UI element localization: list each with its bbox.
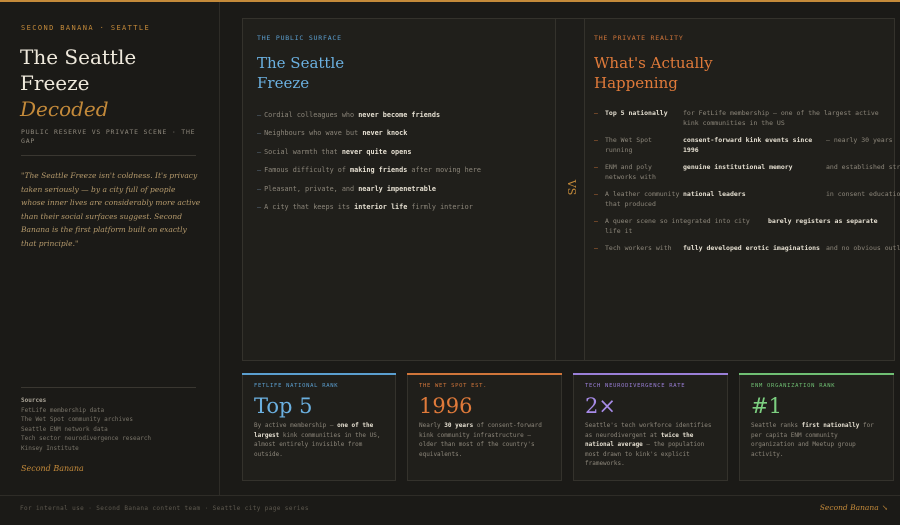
- card-label: FETLIFE NATIONAL RANK: [254, 383, 339, 389]
- card-accent: [407, 373, 562, 375]
- list-item: — A leather community that produced nation…: [594, 190, 900, 208]
- title-line-3: Decoded: [20, 97, 109, 121]
- footer-signature-text: Second Banana: [819, 503, 879, 512]
- panel-label: THE PUBLIC SURFACE: [257, 34, 342, 42]
- list-item: — A city that keeps its interior life fir…: [257, 202, 473, 211]
- left-column: SECOND BANANA · SEATTLE The Seattle Free…: [0, 2, 220, 495]
- card-accent: [242, 373, 396, 375]
- list-item: — Social warmth that never quite opens: [257, 147, 412, 156]
- page-subtitle: PUBLIC RESERVE VS PRIVATE SCENE · THE GA…: [21, 128, 196, 145]
- footer-divider: [0, 495, 900, 496]
- list-item: — Tech workers with fully developed erotic…: [594, 244, 900, 252]
- signature: Second Banana: [21, 464, 84, 473]
- stat-card-enm: ENM ORGANIZATION RANK #1 Seattle ranks f…: [739, 373, 894, 481]
- stat-card-fetlife: FETLIFE NATIONAL RANK Top 5 By active me…: [242, 373, 396, 481]
- stat-card-wet-spot: THE WET SPOT EST. 1996 Nearly 30 years o…: [407, 373, 562, 481]
- card-label: ENM ORGANIZATION RANK: [751, 383, 836, 389]
- stat-card-neurodivergence: TECH NEURODIVERGENCE RATE 2× Seattle's t…: [573, 373, 728, 481]
- brand-label: SECOND BANANA · SEATTLE: [21, 24, 151, 32]
- card-value: 2×: [585, 394, 616, 418]
- private-list: — Top 5 nationally for FetLife membership …: [594, 109, 900, 262]
- public-list: — Cordial colleagues who never become fri…: [257, 111, 547, 221]
- panel-label: THE PRIVATE REALITY: [594, 34, 684, 42]
- card-value: Top 5: [254, 394, 313, 418]
- list-item: — A queer scene so integrated into city l…: [594, 217, 878, 235]
- list-item: — Cordial colleagues who never become fri…: [257, 111, 441, 119]
- vs-mark: VS: [565, 179, 579, 196]
- panel-title-line: The Seattle: [257, 54, 345, 72]
- card-accent: [739, 373, 894, 375]
- panel-title: What's Actually Happening: [594, 53, 814, 93]
- source-item: Seattle ENM network data: [21, 425, 108, 433]
- panel-title-line: Happening: [594, 74, 678, 92]
- card-value: #1: [751, 394, 782, 418]
- list-item: — Famous difficulty of making friends aft…: [257, 166, 481, 175]
- public-surface-panel: THE PUBLIC SURFACE The Seattle Freeze — C…: [242, 18, 556, 361]
- card-description: Seattle ranks first nationally for per c…: [751, 422, 874, 458]
- page-title: The Seattle Freeze Decoded: [20, 44, 210, 122]
- source-item: The Wet Spot community archives: [21, 416, 133, 423]
- footer-signature: Second Banana ↘: [820, 503, 888, 512]
- title-line-1: The Seattle: [20, 45, 137, 69]
- divider: [21, 155, 196, 156]
- card-value: 1996: [419, 394, 473, 418]
- source-item: FetLife membership data: [21, 406, 105, 414]
- panel-title-line: What's Actually: [594, 54, 713, 72]
- title-line-2: Freeze: [20, 71, 90, 95]
- list-item: — Neighbours who wave but never knock: [257, 129, 408, 138]
- card-accent: [573, 373, 728, 375]
- source-item: Tech sector neurodivergence research: [21, 435, 152, 442]
- list-item: — Pleasant, private, and nearly impenetra…: [257, 184, 436, 193]
- banana-icon: ↘: [881, 503, 888, 512]
- source-item: Kinsey Institute: [21, 444, 79, 452]
- vs-divider: VS: [556, 18, 584, 361]
- list-item: — Top 5 nationally for FetLife membership …: [594, 109, 879, 127]
- panel-title: The Seattle Freeze: [257, 53, 477, 93]
- card-description: Seattle's tech workforce identifies as n…: [585, 422, 712, 467]
- intro-quote: "The Seattle Freeze isn't coldness. It's…: [21, 171, 201, 248]
- sources-list: Sources FetLife membership data The Wet …: [21, 396, 201, 453]
- card-label: TECH NEURODIVERGENCE RATE: [585, 383, 686, 389]
- card-description: Nearly 30 years of consent-forward kink …: [419, 422, 542, 458]
- footer-text: For internal use · Second Banana content…: [20, 505, 309, 512]
- sources-heading: Sources: [21, 397, 47, 404]
- private-reality-panel: THE PRIVATE REALITY What's Actually Happ…: [584, 18, 900, 361]
- card-label: THE WET SPOT EST.: [419, 383, 488, 389]
- list-item: — ENM and poly networks with genuine insti…: [594, 163, 900, 181]
- divider: [21, 387, 196, 388]
- panel-title-line: Freeze: [257, 74, 310, 92]
- list-item: — The Wet Spot running consent-forward kin…: [594, 136, 893, 154]
- card-description: By active membership — one of the larges…: [254, 422, 381, 458]
